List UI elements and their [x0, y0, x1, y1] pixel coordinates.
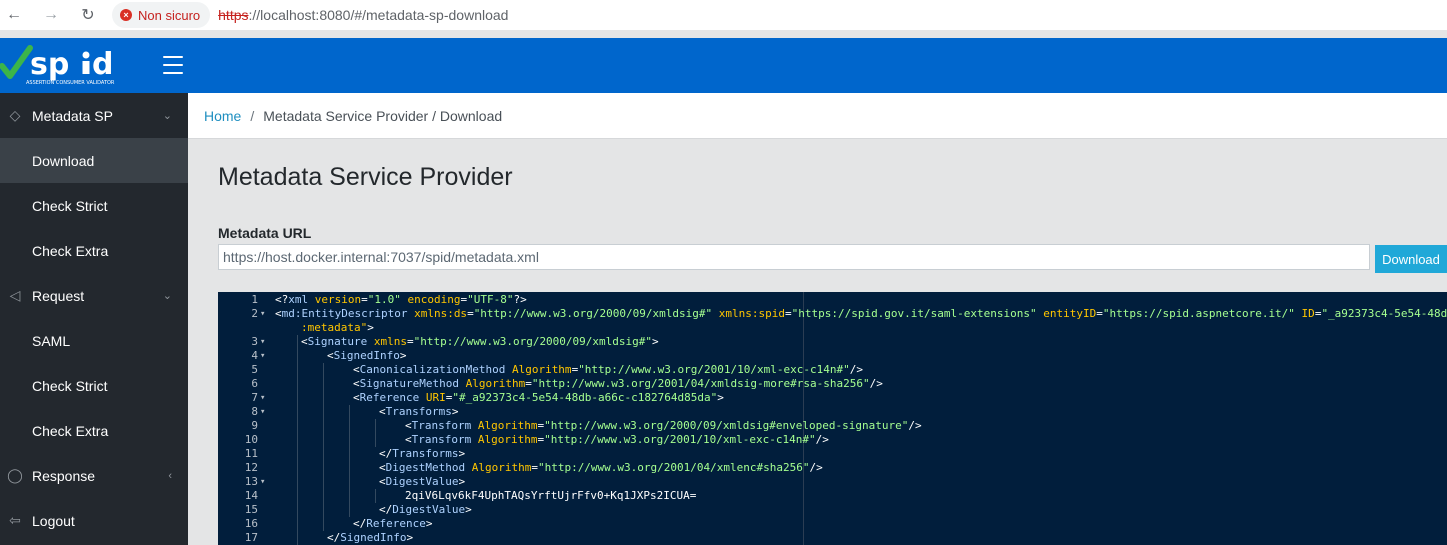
sidebar-item-label: SAML: [32, 332, 71, 349]
sidebar-item-label: Check Strict: [32, 197, 108, 214]
sidebar-item-label: Download: [32, 152, 95, 169]
indent-guide: [349, 405, 350, 517]
code-text: <Transforms>: [379, 405, 459, 418]
sidebar-item-logout[interactable]: ⇦ Logout: [0, 498, 188, 543]
code-text: </SignedInfo>: [327, 531, 414, 544]
metadata-url-label: Metadata URL: [218, 225, 312, 241]
address-bar[interactable]: https://localhost:8080/#/metadata-sp-dow…: [218, 7, 508, 23]
code-text: :metadata">: [301, 321, 374, 334]
line-number: 12: [244, 461, 258, 474]
line-number: 13: [244, 475, 258, 488]
code-text: </Reference>: [353, 517, 433, 530]
fold-toggle-icon[interactable]: ▾: [260, 391, 270, 405]
breadcrumb-home-link[interactable]: Home: [204, 108, 241, 124]
code-text: </Transforms>: [379, 447, 466, 460]
security-label: Non sicuro: [138, 7, 201, 23]
back-arrow-icon[interactable]: ←: [4, 5, 24, 25]
indent-guide: [323, 363, 324, 531]
line-number: 5: [251, 363, 258, 376]
code-text: <DigestValue>: [379, 475, 466, 488]
indent-guide: [375, 419, 376, 447]
line-number: 4: [251, 349, 258, 362]
url-path: ://localhost:8080/#/metadata-sp-download: [248, 7, 509, 23]
code-text: </DigestValue>: [379, 503, 472, 516]
sidebar-item-saml[interactable]: SAML: [0, 318, 188, 363]
line-number: 11: [244, 447, 258, 460]
sidebar-item-label: Check Extra: [32, 242, 109, 259]
app-header: sp d ASSERTION CONSUMER VALIDATOR: [0, 38, 1447, 93]
fold-toggle-icon[interactable]: ▾: [260, 307, 270, 321]
code-text: <Reference URI="#_a92373c4-5e54-48db-a66…: [353, 391, 724, 404]
line-number: 15: [244, 503, 258, 516]
line-number: 10: [244, 433, 258, 446]
svg-text:sp: sp: [30, 47, 69, 82]
code-text: <CanonicalizationMethod Algorithm="http:…: [353, 363, 863, 376]
warning-icon: ×: [120, 9, 132, 21]
sidebar-item-label: Check Strict: [32, 377, 108, 394]
logout-icon: ⇦: [9, 512, 21, 528]
chevron-icon: ‹: [168, 469, 172, 482]
sidebar-item-label: Check Extra: [32, 422, 109, 439]
breadcrumb-current: Metadata Service Provider / Download: [263, 107, 503, 124]
sidebar-item-download[interactable]: Download: [0, 138, 188, 183]
sidebar-item-check-strict[interactable]: Check Strict: [0, 183, 188, 228]
code-text: <SignedInfo>: [327, 349, 407, 362]
tag-icon: ◇: [9, 107, 21, 123]
line-number: 2: [251, 307, 258, 320]
fold-toggle-icon[interactable]: ▾: [260, 335, 270, 349]
sidebar-item-label: Response: [32, 467, 96, 484]
sidebar-item-metadata-sp[interactable]: ◇ Metadata SP ⌄: [0, 93, 188, 138]
line-number: 16: [244, 517, 258, 530]
line-number: 14: [244, 489, 258, 502]
line-number: 17: [244, 531, 258, 544]
svg-text:ASSERTION CONSUMER VALIDATOR: ASSERTION CONSUMER VALIDATOR: [26, 80, 115, 86]
menu-toggle-icon[interactable]: [163, 56, 183, 74]
line-number: 1: [251, 293, 258, 306]
metadata-url-input[interactable]: [218, 244, 1370, 270]
check-circle-icon: ◯: [7, 467, 23, 483]
sidebar-item-request[interactable]: ◁ Request ⌄: [0, 273, 188, 318]
indent-guide: [297, 335, 298, 545]
code-text: <SignatureMethod Algorithm="http://www.w…: [353, 377, 883, 390]
code-text: <Signature xmlns="http://www.w3.org/2000…: [301, 335, 659, 348]
code-text: <Transform Algorithm="http://www.w3.org/…: [405, 419, 922, 432]
forward-arrow-icon[interactable]: →: [41, 5, 61, 25]
sidebar-item-check-extra[interactable]: Check Extra: [0, 228, 188, 273]
sidebar-item-response[interactable]: ◯ Response ‹: [0, 453, 188, 498]
code-text: <DigestMethod Algorithm="http://www.w3.o…: [379, 461, 823, 474]
page-title: Metadata Service Provider: [218, 163, 513, 191]
code-text: <?xml version="1.0" encoding="UTF-8"?>: [275, 293, 527, 306]
xml-code-editor[interactable]: 1 <?xml version="1.0" encoding="UTF-8"?> 2…: [218, 292, 1447, 545]
fold-toggle-icon[interactable]: ▾: [260, 349, 270, 363]
fold-toggle-icon[interactable]: ▾: [260, 405, 270, 419]
reload-icon[interactable]: ↻: [78, 5, 98, 25]
breadcrumb-separator: /: [250, 107, 255, 124]
indent-guide: [375, 489, 376, 503]
svg-text:d: d: [92, 47, 113, 82]
send-icon: ◁: [9, 287, 21, 303]
fold-toggle-icon[interactable]: ▾: [260, 475, 270, 489]
code-text: <Transform Algorithm="http://www.w3.org/…: [405, 433, 829, 446]
line-number: 9: [251, 419, 258, 432]
spid-logo[interactable]: sp d ASSERTION CONSUMER VALIDATOR: [0, 42, 140, 90]
download-button[interactable]: Download: [1375, 245, 1447, 273]
sidebar-item-check-extra[interactable]: Check Extra: [0, 408, 188, 453]
sidebar-item-label: Logout: [32, 512, 75, 529]
line-number: 8: [251, 405, 258, 418]
url-scheme: https: [218, 7, 249, 23]
sidebar-item-label: Metadata SP: [32, 107, 113, 124]
chevron-icon: ⌄: [162, 290, 172, 302]
line-number: 6: [251, 377, 258, 390]
chevron-icon: ⌄: [162, 110, 172, 122]
sidebar-item-label: Request: [32, 287, 85, 304]
sidebar: ◇ Metadata SP ⌄ Download Check Strict Check E…: [0, 93, 188, 545]
security-indicator[interactable]: × Non sicuro: [112, 2, 211, 28]
code-text: 2qiV6Lqv6kF4UphTAQsYrftUjrFfv0+Kq1JXPs2I…: [405, 489, 697, 502]
line-number: 7: [251, 391, 258, 404]
sidebar-item-check-strict[interactable]: Check Strict: [0, 363, 188, 408]
browser-toolbar: ← → ↻ × Non sicuro https://localhost:808…: [0, 0, 1447, 30]
code-text: <md:EntityDescriptor xmlns:ds="http://ww…: [275, 307, 1447, 320]
breadcrumb: Home / Metadata Service Provider / Downl…: [188, 93, 1447, 139]
line-number: 3: [251, 335, 258, 348]
